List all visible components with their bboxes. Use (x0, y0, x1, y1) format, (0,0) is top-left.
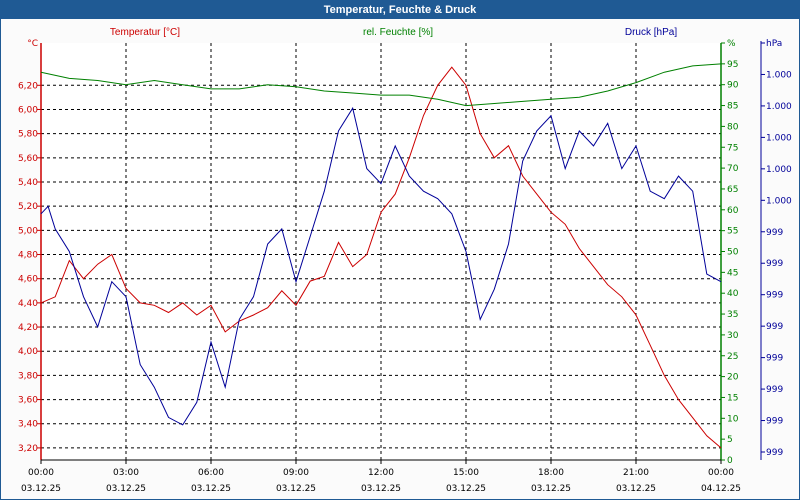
pressure-tick-label: 999 (766, 448, 783, 458)
temp-tick-label: 6,00 (18, 105, 38, 115)
temp-tick-label: 5,40 (18, 178, 38, 188)
x-tick-date: 03.12.25 (106, 484, 146, 494)
pressure-tick-label: 999 (766, 385, 783, 395)
temp-tick-label: 3,40 (18, 420, 38, 430)
x-tick-time: 12:00 (368, 468, 394, 478)
x-tick-date: 03.12.25 (21, 484, 61, 494)
humidity-tick-label: 15 (727, 393, 738, 403)
pressure-tick-label: hPa (766, 39, 782, 49)
x-tick-time: 15:00 (453, 468, 479, 478)
humidity-tick-label: 30 (727, 331, 739, 341)
humidity-tick-label: 95 (727, 60, 738, 70)
temp-tick-label: 6,20 (18, 81, 38, 91)
x-tick-date: 03.12.25 (446, 484, 486, 494)
pressure-tick-label: 1.000 (766, 133, 792, 143)
pressure-tick-label: 999 (766, 291, 783, 301)
pressure-tick-label: 1.000 (766, 165, 792, 175)
humidity-tick-label: 35 (727, 310, 738, 320)
temp-tick-label: 4,60 (18, 275, 38, 285)
series-header-temperature: Temperatur [°C] (110, 27, 180, 38)
pressure-tick-label: 1.000 (766, 102, 792, 112)
humidity-tick-label: 5 (727, 435, 733, 445)
series-header-pressure: Druck [hPa] (625, 27, 677, 38)
series-header-humidity: rel. Feuchte [%] (363, 27, 433, 38)
pressure-tick-label: 999 (766, 322, 783, 332)
temp-tick-label: 5,80 (18, 130, 38, 140)
pressure-tick-label: 999 (766, 354, 783, 364)
humidity-tick-label: 25 (727, 352, 738, 362)
chart-window: Temperatur, Feuchte & Druck 3,20 3,40 3,60… (0, 0, 800, 500)
temp-tick-label: 4,80 (18, 251, 38, 261)
temp-tick-label: 5,20 (18, 202, 38, 212)
x-tick-time: 06:00 (198, 468, 224, 478)
temp-tick-label: 3,60 (18, 396, 38, 406)
humidity-tick-label: 75 (727, 143, 738, 153)
humidity-tick-label: 65 (727, 185, 738, 195)
temp-tick-label: 3,20 (18, 444, 38, 454)
x-tick-date: 04.12.25 (701, 484, 741, 494)
temp-tick-label: 5,60 (18, 154, 38, 164)
humidity-tick-label: 10 (727, 414, 739, 424)
temp-tick-label: 3,80 (18, 371, 38, 381)
temp-tick-label: 4,20 (18, 323, 38, 333)
temp-tick-label: 5,00 (18, 226, 38, 236)
humidity-tick-label: 90 (727, 81, 739, 91)
x-tick-date: 03.12.25 (191, 484, 231, 494)
x-tick-date: 03.12.25 (616, 484, 656, 494)
x-tick-time: 18:00 (538, 468, 564, 478)
x-tick-time: 00:00 (28, 468, 54, 478)
x-tick-time: 00:00 (708, 468, 734, 478)
temp-tick-label: 4,00 (18, 347, 38, 357)
chart-canvas: 3,20 3,40 3,60 3,80 4,00 4,20 4,40 4,60 4,80 5,00… (18, 27, 792, 494)
humidity-tick-label: 40 (727, 289, 739, 299)
temp-tick-label: 4,40 (18, 299, 38, 309)
humidity-tick-label: % (727, 39, 736, 49)
humidity-tick-label: 85 (727, 102, 738, 112)
x-tick-time: 09:00 (283, 468, 309, 478)
humidity-tick-label: 70 (727, 164, 739, 174)
x-tick-time: 21:00 (623, 468, 649, 478)
x-tick-time: 03:00 (113, 468, 139, 478)
temp-unit-label: °C (27, 39, 38, 49)
humidity-tick-label: 45 (727, 268, 738, 278)
pressure-tick-label: 999 (766, 259, 783, 269)
x-tick-date: 03.12.25 (361, 484, 401, 494)
humidity-tick-label: 0 (727, 456, 733, 466)
x-tick-date: 03.12.25 (531, 484, 571, 494)
humidity-tick-label: 60 (727, 206, 739, 216)
pressure-tick-label: 999 (766, 228, 783, 238)
humidity-tick-label: 20 (727, 373, 739, 383)
pressure-tick-label: 1.000 (766, 196, 792, 206)
humidity-tick-label: 80 (727, 122, 739, 132)
x-tick-date: 03.12.25 (276, 484, 316, 494)
humidity-tick-label: 50 (727, 248, 739, 258)
grid (40, 43, 722, 460)
pressure-tick-label: 999 (766, 417, 783, 427)
humidity-tick-label: 55 (727, 227, 738, 237)
pressure-tick-label: 1.000 (766, 70, 792, 80)
